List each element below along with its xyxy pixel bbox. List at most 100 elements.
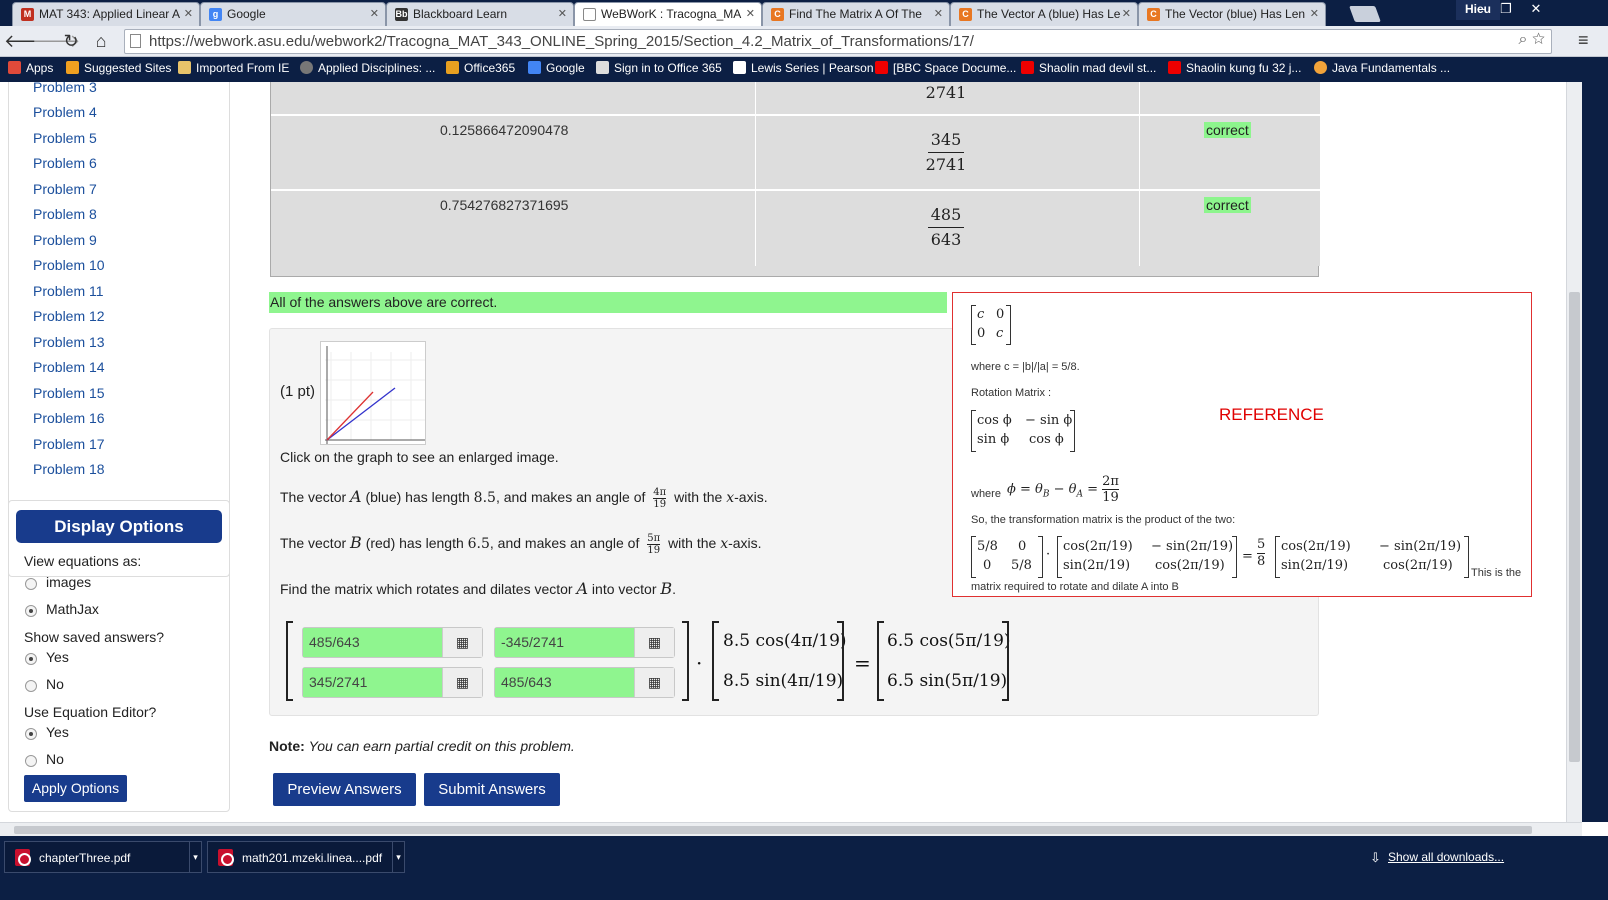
equals-sign: = (854, 651, 871, 675)
bookmark-imported[interactable]: Imported From IE (178, 61, 289, 75)
reload-icon[interactable]: ↻ (60, 30, 82, 52)
scrollbar-thumb[interactable] (14, 826, 1532, 834)
tab-chegg-3[interactable]: C The Vector (blue) Has Len ✕ (1138, 2, 1326, 26)
rotation-matrix: cos ϕ − sin ϕ sin ϕ cos ϕ (971, 410, 1075, 452)
show-all-downloads-link[interactable]: ⇩ Show all downloads... (1370, 850, 1504, 865)
close-window-icon[interactable]: ✕ (1520, 0, 1552, 20)
problem-link[interactable]: Problem 15 (33, 385, 105, 401)
rotation-numeric-matrix: cos(2π/19) − sin(2π/19) sin(2π/19) cos(2… (1057, 536, 1237, 578)
close-icon[interactable]: ✕ (934, 7, 943, 20)
entered-value: 0.125866472090478 (440, 122, 569, 138)
chevron-down-icon[interactable]: ▾ (392, 842, 404, 872)
problem-link[interactable]: Problem 12 (33, 308, 105, 324)
downloads-bar: chapterThree.pdf ▾ math201.mzeki.linea..… (0, 836, 1608, 878)
problem-link[interactable]: Problem 18 (33, 461, 105, 477)
angle-fraction: 5π 19 (647, 533, 661, 556)
google-icon: g (209, 8, 222, 21)
bookmark-star-icon[interactable]: ☆ (1532, 31, 1545, 48)
bookmark-shaolin-1[interactable]: Shaolin mad devil st... (1021, 61, 1156, 75)
tab-mat343[interactable]: M MAT 343: Applied Linear A ✕ (12, 2, 200, 26)
problem-link[interactable]: Problem 5 (33, 130, 97, 146)
close-icon[interactable]: ✕ (746, 7, 755, 20)
bookmark-suggested[interactable]: Suggested Sites (66, 61, 171, 75)
tab-title: Google (227, 7, 266, 21)
radio-editor-yes[interactable] (25, 728, 37, 740)
vector-b-statement: The vector B (red) has length 6.5, and m… (280, 533, 762, 556)
answer-input-21[interactable]: 345/2741 ▦ (302, 667, 483, 698)
download-item[interactable]: chapterThree.pdf ▾ (4, 841, 202, 873)
bookmark-java[interactable]: Java Fundamentals ... (1314, 61, 1450, 75)
answer-input-22[interactable]: 485/643 ▦ (494, 667, 675, 698)
problem-link[interactable]: Problem 8 (33, 206, 97, 222)
close-icon[interactable]: ✕ (184, 7, 193, 20)
radio-saved-yes[interactable] (25, 653, 37, 665)
bookmark-applied[interactable]: Applied Disciplines: ... (300, 61, 435, 75)
close-icon[interactable]: ✕ (370, 7, 379, 20)
matrix-bracket-right (682, 621, 689, 701)
answer-input-12[interactable]: -345/2741 ▦ (494, 627, 675, 658)
bookmark-office365[interactable]: Office365 (446, 61, 515, 75)
problem-link[interactable]: Problem 11 (33, 283, 104, 299)
radio-saved-no[interactable] (25, 680, 37, 692)
dilation-where-text: where c = |b|/|a| = 5/8. (971, 361, 1080, 373)
horizontal-scrollbar[interactable] (0, 822, 1582, 836)
bookmark-shaolin-2[interactable]: Shaolin kung fu 32 j... (1168, 61, 1301, 75)
tab-chegg-1[interactable]: C Find The Matrix A Of The ✕ (762, 2, 950, 26)
problem-link[interactable]: Problem 6 (33, 155, 97, 171)
answer-input-11[interactable]: 485/643 ▦ (302, 627, 483, 658)
submit-answers-button[interactable]: Submit Answers (424, 773, 560, 806)
bookmark-signin[interactable]: Sign in to Office 365 (596, 61, 722, 75)
preview-answers-button[interactable]: Preview Answers (273, 773, 416, 806)
problem-link[interactable]: Problem 16 (33, 410, 105, 426)
equation-editor-icon[interactable]: ▦ (442, 628, 482, 657)
close-icon[interactable]: ✕ (558, 7, 567, 20)
matrix-bracket-left (286, 621, 293, 701)
equation-editor-icon[interactable]: ▦ (634, 628, 674, 657)
vertical-scrollbar[interactable] (1566, 82, 1582, 822)
bookmark-google[interactable]: Google (528, 61, 585, 75)
equation-editor-icon[interactable]: ▦ (634, 668, 674, 697)
download-item[interactable]: math201.mzeki.linea....pdf ▾ (207, 841, 405, 873)
radio-images[interactable] (25, 578, 37, 590)
tab-webwork[interactable]: WeBWorK : Tracogna_MA ✕ (574, 2, 762, 26)
close-icon[interactable]: ✕ (1310, 7, 1319, 20)
problem-link[interactable]: Problem 3 (33, 82, 97, 95)
back-icon[interactable]: 🡐 (4, 30, 52, 52)
bookmark-bbc[interactable]: [BBC Space Docume... (875, 61, 1016, 75)
radio-mathjax[interactable] (25, 605, 37, 617)
problem-link[interactable]: Problem 4 (33, 104, 97, 120)
vector-bracket-right (1002, 621, 1009, 701)
tab-title: Find The Matrix A Of The (789, 7, 922, 21)
bookmark-apps[interactable]: Apps (8, 61, 53, 75)
problem-link[interactable]: Problem 13 (33, 334, 105, 350)
partial-credit-note: Note: You can earn partial credit on thi… (269, 738, 575, 754)
close-icon[interactable]: ✕ (1122, 7, 1131, 20)
problem-link[interactable]: Problem 10 (33, 257, 105, 273)
chevron-down-icon[interactable]: ▾ (189, 842, 201, 872)
problem-link[interactable]: Problem 17 (33, 436, 105, 452)
equals-sign: = (1242, 549, 1253, 564)
apply-options-button[interactable]: Apply Options (24, 775, 127, 802)
scrollbar-thumb[interactable] (1569, 292, 1580, 762)
tab-chegg-2[interactable]: C The Vector A (blue) Has Le ✕ (950, 2, 1138, 26)
menu-icon[interactable]: ≡ (1578, 30, 1589, 51)
address-bar[interactable]: https://webwork.asu.edu/webwork2/Tracogn… (124, 29, 1552, 54)
answer-preview: 345 2741 (925, 130, 967, 174)
tab-blackboard[interactable]: Bb Blackboard Learn ✕ (386, 2, 574, 26)
forward-icon[interactable]: 🡒 (32, 30, 80, 52)
bookmark-pearson[interactable]: Lewis Series | Pearson (733, 61, 874, 75)
new-tab-button[interactable] (1349, 6, 1381, 22)
tab-google[interactable]: g Google ✕ (200, 2, 386, 26)
problem-link[interactable]: Problem 7 (33, 181, 97, 197)
radio-editor-no[interactable] (25, 755, 37, 767)
vector-b-y: 6.5 sin(5π/19) (887, 671, 1008, 691)
problem-link[interactable]: Problem 14 (33, 359, 105, 375)
zoom-icon[interactable]: ⌕ (1519, 31, 1528, 48)
problem-graph-thumbnail[interactable] (320, 341, 426, 445)
home-icon[interactable]: ⌂ (90, 30, 112, 52)
problem-link[interactable]: Problem 9 (33, 232, 97, 248)
table-cell: 485 643 (756, 191, 1140, 266)
equation-editor-icon[interactable]: ▦ (442, 668, 482, 697)
restore-icon[interactable]: ❐ (1492, 0, 1520, 20)
table-cell: 0.125866472090478 (271, 116, 756, 191)
